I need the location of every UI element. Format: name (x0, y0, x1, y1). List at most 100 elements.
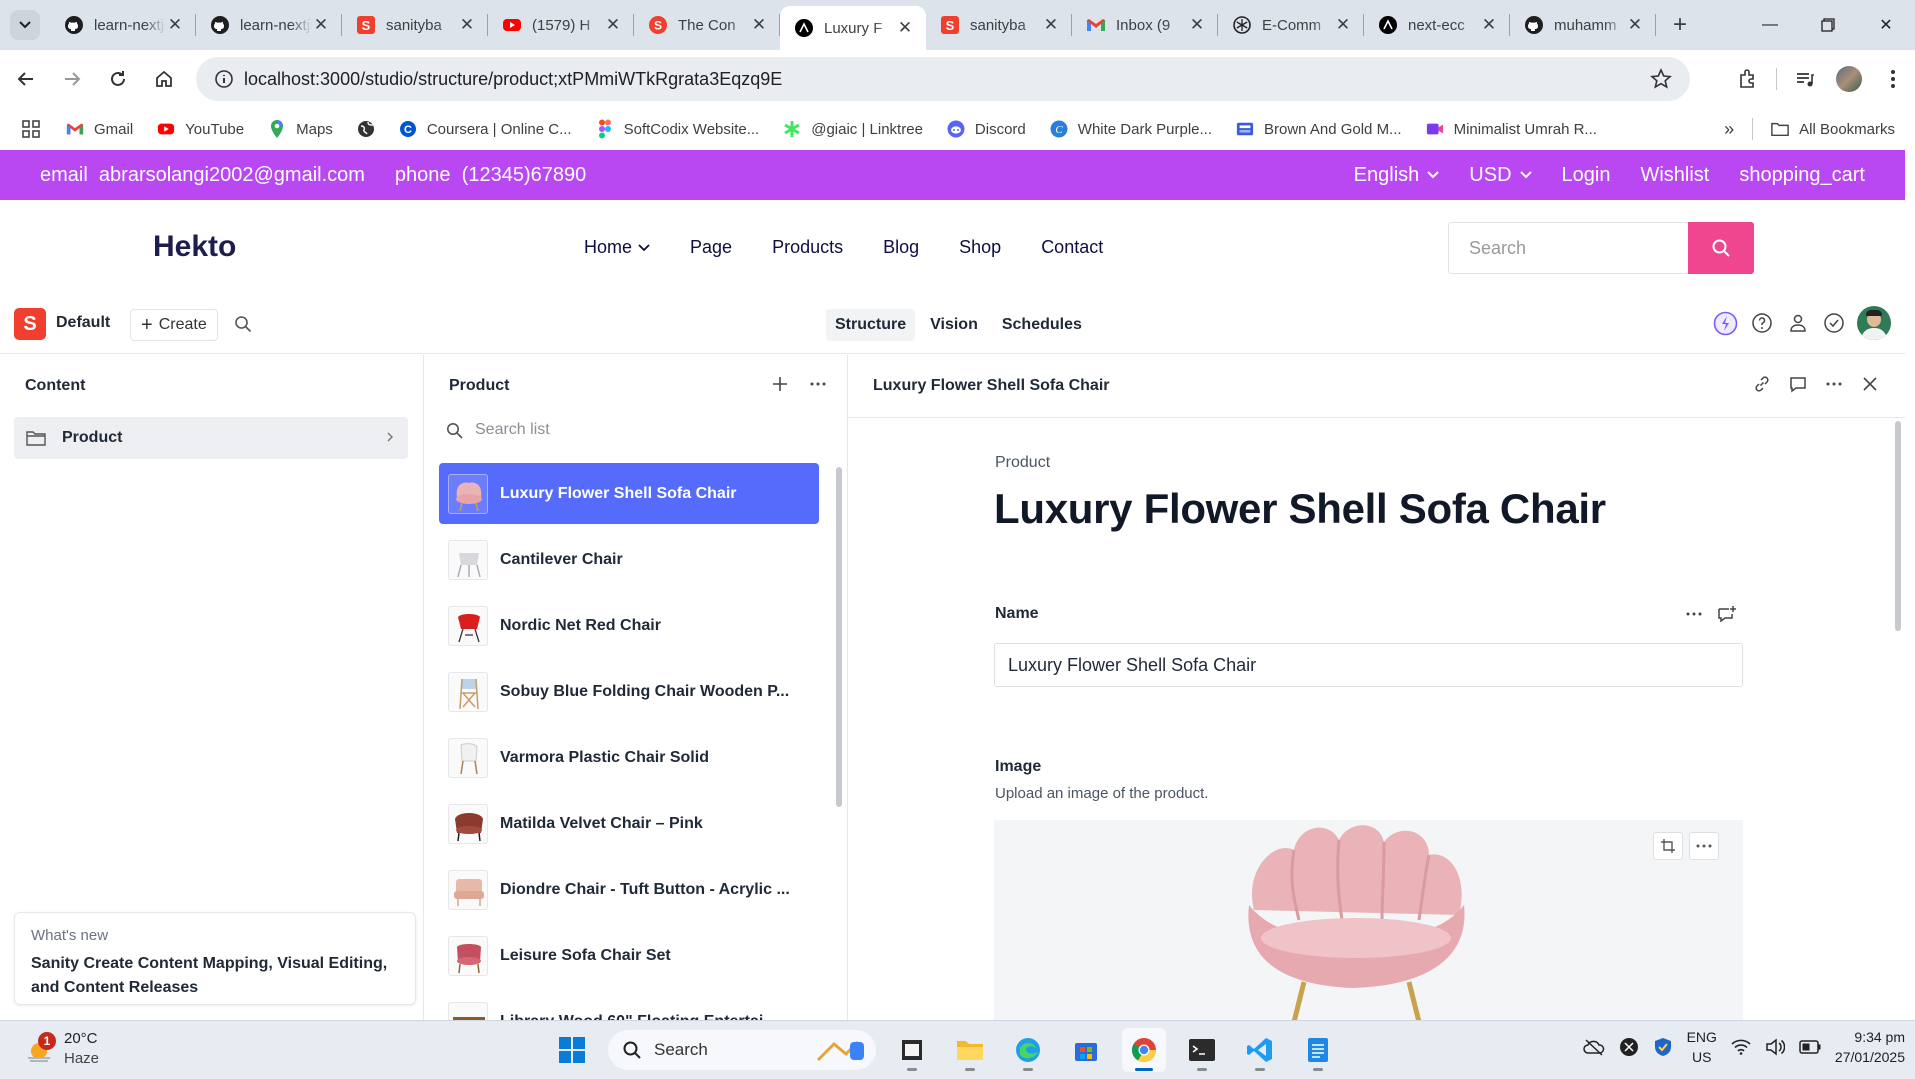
link-icon[interactable] (1753, 375, 1771, 393)
site-logo[interactable]: Hekto (153, 230, 236, 264)
bookmark-item[interactable]: C Coursera | Online C... (387, 113, 584, 145)
users-icon[interactable] (1785, 311, 1810, 336)
document-scrollbar[interactable] (1895, 421, 1901, 631)
list-search-input[interactable]: Search list (446, 421, 550, 439)
onedrive-icon[interactable] (1582, 1038, 1605, 1056)
file-explorer-app[interactable] (890, 1028, 934, 1072)
bookmark-item[interactable]: Brown And Gold M... (1224, 113, 1414, 145)
vscode-app[interactable] (1238, 1028, 1282, 1072)
notes-app[interactable] (1296, 1028, 1340, 1072)
close-tab-icon[interactable]: ✕ (1480, 15, 1498, 34)
bookmark-item[interactable]: @giaic | Linktree (771, 113, 935, 145)
wishlist-link[interactable]: Wishlist (1640, 164, 1709, 187)
bookmark-item[interactable] (345, 113, 387, 145)
home-button[interactable] (144, 59, 184, 99)
volume-icon[interactable] (1765, 1038, 1785, 1056)
list-item[interactable]: Nordic Net Red Chair (439, 595, 819, 656)
list-item[interactable]: Matilda Velvet Chair – Pink (439, 793, 819, 854)
document-menu-icon[interactable] (1825, 375, 1843, 393)
back-button[interactable] (6, 59, 46, 99)
close-tab-icon[interactable]: ✕ (1334, 15, 1352, 34)
tab-search-button[interactable] (0, 0, 50, 50)
browser-tab[interactable]: Ssanityba ✕ (342, 0, 488, 50)
image-field-preview[interactable] (994, 820, 1743, 1020)
browser-tab[interactable]: learn-nextjs ✕ (50, 0, 196, 50)
new-tab-button[interactable]: + (1660, 5, 1700, 45)
presence-icon[interactable] (1713, 311, 1738, 336)
reload-button[interactable] (98, 59, 138, 99)
name-field-input[interactable]: Luxury Flower Shell Sofa Chair (994, 643, 1743, 687)
close-icon[interactable] (1861, 375, 1879, 393)
all-bookmarks-folder[interactable]: All Bookmarks (1759, 113, 1907, 145)
close-tab-icon[interactable]: ✕ (166, 15, 184, 34)
close-tab-icon[interactable]: ✕ (1626, 15, 1644, 34)
create-button[interactable]: + Create (130, 309, 218, 341)
list-item[interactable]: Cantilever Chair (439, 529, 819, 590)
close-tab-icon[interactable]: ✕ (750, 15, 768, 34)
nav-link-products[interactable]: Products (772, 237, 843, 258)
add-document-icon[interactable] (771, 375, 789, 393)
media-control-icon[interactable] (1783, 57, 1827, 101)
field-menu-icon[interactable] (1685, 605, 1703, 623)
studio-tab-vision[interactable]: Vision (921, 309, 987, 341)
browser-tab[interactable]: learn-nextjs ✕ (196, 0, 342, 50)
bookmark-item[interactable]: Gmail (54, 113, 145, 145)
studio-search-icon[interactable] (234, 315, 252, 333)
terminal-app[interactable] (1180, 1028, 1224, 1072)
close-window-button[interactable]: ✕ (1857, 0, 1915, 50)
profile-avatar[interactable] (1827, 57, 1871, 101)
list-scrollbar[interactable] (836, 467, 842, 807)
browser-tab[interactable]: E-Comm ✕ (1218, 0, 1364, 50)
nav-link-shop[interactable]: Shop (959, 237, 1001, 258)
battery-icon[interactable] (1799, 1040, 1821, 1054)
add-comment-icon[interactable] (1717, 605, 1737, 623)
help-icon[interactable] (1749, 311, 1774, 336)
language-select[interactable]: English (1354, 164, 1440, 187)
tray-app-icon[interactable] (1619, 1037, 1639, 1057)
browser-tab[interactable]: Ssanityba ✕ (926, 0, 1072, 50)
browser-tab[interactable]: muhamm ✕ (1510, 0, 1656, 50)
more-bookmarks-icon[interactable]: » (1712, 113, 1746, 145)
system-clock[interactable]: 9:34 pm 27/01/2025 (1835, 1027, 1905, 1067)
site-info-icon[interactable] (204, 69, 244, 89)
more-options-icon[interactable] (809, 375, 827, 393)
close-tab-icon[interactable]: ✕ (604, 15, 622, 34)
studio-tab-schedules[interactable]: Schedules (993, 309, 1091, 341)
list-item[interactable]: Leisure Sofa Chair Set (439, 925, 819, 986)
site-search-input[interactable]: Search (1448, 222, 1688, 274)
browser-tab[interactable]: next-ecc ✕ (1364, 0, 1510, 50)
currency-select[interactable]: USD (1469, 164, 1532, 187)
url-text[interactable]: localhost:3000/studio/structure/product;… (244, 69, 782, 90)
browser-tab[interactable]: Luxury F ✕ (780, 6, 926, 50)
forward-button[interactable] (52, 59, 92, 99)
address-bar[interactable]: localhost:3000/studio/structure/product;… (196, 57, 1690, 101)
chrome-app[interactable] (1122, 1028, 1166, 1072)
close-tab-icon[interactable]: ✕ (896, 18, 914, 37)
cart-link[interactable]: shopping_cart (1739, 164, 1865, 187)
close-tab-icon[interactable]: ✕ (312, 15, 330, 34)
apps-grid-icon[interactable] (0, 113, 54, 145)
close-tab-icon[interactable]: ✕ (1188, 15, 1206, 34)
list-item[interactable]: Sobuy Blue Folding Chair Wooden P... (439, 661, 819, 722)
bookmark-item[interactable]: SoftCodix Website... (584, 113, 772, 145)
list-item[interactable]: Diondre Chair - Tuft Button - Acrylic ..… (439, 859, 819, 920)
nav-link-blog[interactable]: Blog (883, 237, 919, 258)
nav-link-home[interactable]: Home (584, 237, 650, 258)
close-tab-icon[interactable]: ✕ (458, 15, 476, 34)
bookmark-item[interactable]: Minimalist Umrah R... (1414, 113, 1609, 145)
start-button[interactable] (550, 1028, 594, 1072)
browser-tab[interactable]: (1579) H ✕ (488, 0, 634, 50)
bookmark-item[interactable]: Maps (256, 113, 345, 145)
bookmark-item[interactable]: YouTube (145, 113, 256, 145)
login-link[interactable]: Login (1562, 164, 1611, 187)
list-item[interactable]: Varmora Plastic Chair Solid (439, 727, 819, 788)
user-avatar[interactable] (1857, 306, 1891, 340)
taskbar-search[interactable]: Search (608, 1030, 876, 1070)
browser-tab[interactable]: Inbox (9 ✕ (1072, 0, 1218, 50)
bookmark-item[interactable]: Discord (935, 113, 1038, 145)
store-app[interactable] (1064, 1028, 1108, 1072)
extensions-icon[interactable] (1726, 57, 1770, 101)
image-menu-icon[interactable] (1689, 832, 1719, 860)
minimize-button[interactable]: — (1741, 0, 1799, 50)
edge-app[interactable] (1006, 1028, 1050, 1072)
